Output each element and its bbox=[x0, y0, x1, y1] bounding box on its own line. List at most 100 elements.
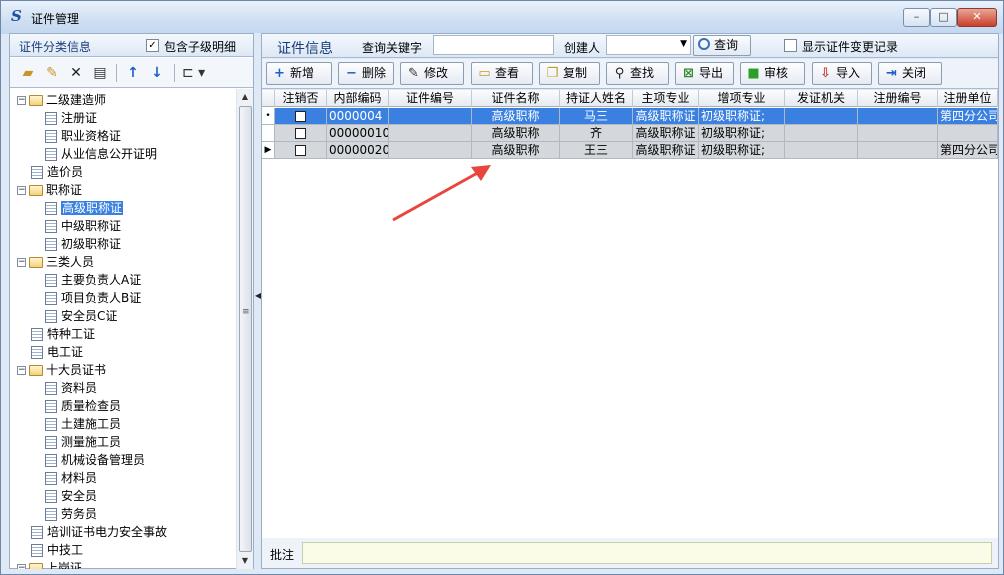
include-sub-checkbox[interactable]: ✓ bbox=[146, 39, 159, 52]
edit-folder-icon[interactable]: ✎ bbox=[43, 64, 61, 82]
tree-item[interactable]: 电工证 bbox=[17, 343, 83, 361]
column-header[interactable]: 证件名称 bbox=[472, 90, 560, 107]
scroll-down-icon[interactable]: ▼ bbox=[237, 553, 253, 569]
cell-reg-unit[interactable]: 第四分公司 bbox=[938, 108, 998, 125]
tree-layout-icon[interactable]: ⊏ ▾ bbox=[182, 64, 216, 82]
cell-reg-no[interactable] bbox=[858, 108, 938, 125]
cell-main-major[interactable]: 高级职称证 bbox=[633, 108, 699, 125]
cell-code[interactable]: 0000004 bbox=[327, 108, 389, 125]
tree-item[interactable]: 机械设备管理员 bbox=[45, 451, 145, 469]
column-header[interactable]: 主项专业 bbox=[633, 90, 699, 107]
add-button[interactable]: + 新增 bbox=[266, 62, 332, 85]
audit-button[interactable]: ■ 审核 bbox=[740, 62, 805, 85]
cell-cert-name[interactable]: 高级职称 bbox=[472, 125, 560, 142]
edit-button[interactable]: ✎ 修改 bbox=[400, 62, 464, 85]
collapse-toggle-icon[interactable]: − bbox=[17, 564, 26, 569]
tree-scrollbar[interactable]: ▲ ≡ ▼ bbox=[236, 89, 253, 569]
view-button[interactable]: ▭ 查看 bbox=[471, 62, 533, 85]
column-header[interactable]: 证件编号 bbox=[389, 90, 472, 107]
tree-item[interactable]: 职业资格证 bbox=[45, 127, 121, 145]
cell-issuer[interactable] bbox=[785, 108, 858, 125]
cell-cert-no[interactable] bbox=[389, 108, 472, 125]
cell-reg-unit[interactable] bbox=[938, 125, 998, 142]
cell-extra-major[interactable]: 初级职称证; bbox=[699, 142, 785, 159]
tree-item[interactable]: 中级职称证 bbox=[45, 217, 121, 235]
new-folder-icon[interactable]: ▰ bbox=[19, 64, 37, 82]
scroll-thumb[interactable]: ≡ bbox=[239, 106, 252, 552]
arrow-up-icon[interactable]: ↑ bbox=[124, 64, 142, 82]
delete-icon[interactable]: ✕ bbox=[67, 64, 85, 82]
tree-item[interactable]: 特种工证 bbox=[17, 325, 95, 343]
tree-item[interactable]: − 二级建造师 bbox=[17, 91, 106, 109]
table-row[interactable]: • 0000004 高级职称 马三 高级职称证 初级职称证; 第四分公司 bbox=[262, 108, 998, 125]
panel-splitter[interactable]: ◀ bbox=[254, 33, 261, 569]
tree-item[interactable]: 安全员 bbox=[45, 487, 97, 505]
import-button[interactable]: ⇩ 导入 bbox=[812, 62, 872, 85]
tree-item[interactable]: − 十大员证书 bbox=[17, 361, 106, 379]
cell-cancelled[interactable] bbox=[275, 142, 327, 159]
tree-item[interactable]: 安全员C证 bbox=[45, 307, 117, 325]
tree-item[interactable]: 从业信息公开证明 bbox=[45, 145, 157, 163]
cell-cert-no[interactable] bbox=[389, 125, 472, 142]
cell-holder[interactable]: 王三 bbox=[560, 142, 633, 159]
tree-item[interactable]: 土建施工员 bbox=[45, 415, 121, 433]
keyword-input[interactable] bbox=[433, 35, 554, 55]
delete-button[interactable]: − 删除 bbox=[338, 62, 394, 85]
column-header[interactable]: 注销否 bbox=[275, 90, 327, 107]
cell-cert-name[interactable]: 高级职称 bbox=[472, 108, 560, 125]
tree-item[interactable]: 资料员 bbox=[45, 379, 97, 397]
arrow-down-icon[interactable]: ↓ bbox=[148, 64, 166, 82]
cell-main-major[interactable]: 高级职称证 bbox=[633, 125, 699, 142]
tree-item[interactable]: 初级职称证 bbox=[45, 235, 121, 253]
close-button[interactable]: ⇥ 关闭 bbox=[878, 62, 942, 85]
scroll-up-icon[interactable]: ▲ bbox=[237, 89, 253, 105]
cancelled-checkbox[interactable] bbox=[295, 145, 306, 156]
column-header[interactable]: 发证机关 bbox=[785, 90, 858, 107]
tree-item[interactable]: − 上岗证 bbox=[17, 559, 82, 569]
close-window-button[interactable]: ✕ bbox=[957, 8, 997, 27]
tree-item[interactable]: − 三类人员 bbox=[17, 253, 94, 271]
cell-cancelled[interactable] bbox=[275, 125, 327, 142]
note-input[interactable] bbox=[302, 542, 992, 564]
column-header[interactable]: 注册编号 bbox=[858, 90, 938, 107]
cell-cert-name[interactable]: 高级职称 bbox=[472, 142, 560, 159]
column-header[interactable]: 增项专业 bbox=[699, 90, 785, 107]
tree-item[interactable]: − 职称证 bbox=[17, 181, 82, 199]
cell-holder[interactable]: 齐 bbox=[560, 125, 633, 142]
show-changes-checkbox[interactable] bbox=[784, 39, 797, 52]
tree-item[interactable]: 质量检查员 bbox=[45, 397, 121, 415]
tree-item[interactable]: 测量施工员 bbox=[45, 433, 121, 451]
cell-extra-major[interactable]: 初级职称证; bbox=[699, 108, 785, 125]
export-button[interactable]: ⊠ 导出 bbox=[675, 62, 734, 85]
minimize-button[interactable]: – bbox=[903, 8, 930, 27]
collapse-toggle-icon[interactable]: − bbox=[17, 366, 26, 375]
tree-item[interactable]: 造价员 bbox=[17, 163, 83, 181]
cell-reg-unit[interactable]: 第四分公司 bbox=[938, 142, 998, 159]
table-row[interactable]: ▶ 00000020 高级职称 王三 高级职称证 初级职称证; 第四分公司 bbox=[262, 142, 998, 159]
cell-issuer[interactable] bbox=[785, 142, 858, 159]
collapse-toggle-icon[interactable]: − bbox=[17, 258, 26, 267]
column-header[interactable]: 注册单位 bbox=[938, 90, 998, 107]
find-button[interactable]: ⚲ 查找 bbox=[606, 62, 669, 85]
cell-main-major[interactable]: 高级职称证 bbox=[633, 142, 699, 159]
tree-item[interactable]: 培训证书电力安全事故 bbox=[17, 523, 167, 541]
maximize-button[interactable]: □ bbox=[930, 8, 957, 27]
cell-code[interactable]: 00000020 bbox=[327, 142, 389, 159]
collapse-toggle-icon[interactable]: − bbox=[17, 96, 26, 105]
creator-select[interactable]: ▼ bbox=[606, 35, 691, 55]
tree-item[interactable]: 项目负责人B证 bbox=[45, 289, 141, 307]
copy-button[interactable]: ❐ 复制 bbox=[539, 62, 600, 85]
cell-holder[interactable]: 马三 bbox=[560, 108, 633, 125]
cell-code[interactable]: 00000010 bbox=[327, 125, 389, 142]
cell-issuer[interactable] bbox=[785, 125, 858, 142]
cancelled-checkbox[interactable] bbox=[295, 111, 306, 122]
cell-extra-major[interactable]: 初级职称证; bbox=[699, 125, 785, 142]
tree-item[interactable]: 高级职称证 bbox=[45, 199, 124, 217]
column-header[interactable]: 内部编码 bbox=[327, 90, 389, 107]
tree-item[interactable]: 材料员 bbox=[45, 469, 97, 487]
tree-item[interactable]: 主要负责人A证 bbox=[45, 271, 141, 289]
column-header[interactable]: 持证人姓名 bbox=[560, 90, 633, 107]
collapse-toggle-icon[interactable]: − bbox=[17, 186, 26, 195]
copy-doc-icon[interactable]: ▤ bbox=[91, 64, 109, 82]
tree-item[interactable]: 劳务员 bbox=[45, 505, 97, 523]
